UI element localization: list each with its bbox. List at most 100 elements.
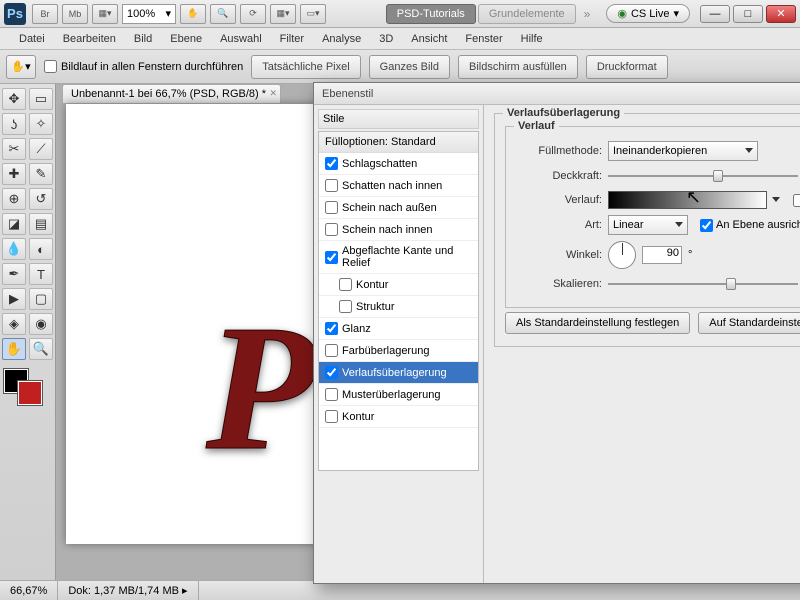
menu-datei[interactable]: Datei <box>10 30 54 48</box>
blending-options-item[interactable]: Fülloptionen: Standard <box>319 132 478 153</box>
close-button[interactable]: ✕ <box>766 5 796 23</box>
menu-fenster[interactable]: Fenster <box>456 30 511 48</box>
arrange-documents-button[interactable]: ▦▾ <box>270 4 296 24</box>
cs-live-button[interactable]: ◉CS Live▾ <box>606 4 690 23</box>
menu-auswahl[interactable]: Auswahl <box>211 30 271 48</box>
style-checkbox-1[interactable] <box>325 179 338 192</box>
menu-filter[interactable]: Filter <box>271 30 313 48</box>
gradient-picker[interactable] <box>608 191 767 209</box>
style-checkbox-6[interactable] <box>339 300 352 313</box>
style-checkbox-4[interactable] <box>325 251 338 264</box>
style-checkbox-9[interactable] <box>325 366 338 379</box>
current-tool-icon[interactable]: ✋▾ <box>6 55 36 79</box>
style-item-5[interactable]: Kontur <box>319 274 478 296</box>
menu-ansicht[interactable]: Ansicht <box>402 30 456 48</box>
color-swatches[interactable] <box>2 369 53 409</box>
style-item-1[interactable]: Schatten nach innen <box>319 175 478 197</box>
eraser-tool-icon[interactable]: ◪ <box>2 213 26 235</box>
style-item-0[interactable]: Schlagschatten <box>319 153 478 175</box>
menu-3d[interactable]: 3D <box>370 30 402 48</box>
blur-tool-icon[interactable]: 💧 <box>2 238 26 260</box>
3d-tool-icon[interactable]: ◈ <box>2 313 26 335</box>
style-item-8[interactable]: Farbüberlagerung <box>319 340 478 362</box>
healing-brush-tool-icon[interactable]: ✚ <box>2 163 26 185</box>
crop-tool-icon[interactable]: ✂ <box>2 138 26 160</box>
style-item-11[interactable]: Kontur <box>319 406 478 428</box>
clone-stamp-tool-icon[interactable]: ⊕ <box>2 188 26 210</box>
marquee-tool-icon[interactable]: ▭ <box>29 88 53 110</box>
hand-tool-shortcut-icon[interactable]: ✋ <box>180 4 206 24</box>
document-tab[interactable]: Unbenannt-1 bei 66,7% (PSD, RGB/8) *✕ <box>62 84 281 103</box>
dodge-tool-icon[interactable]: ◐ <box>29 238 53 260</box>
style-item-7[interactable]: Glanz <box>319 318 478 340</box>
style-checkbox-5[interactable] <box>339 278 352 291</box>
angle-dial[interactable] <box>608 241 636 269</box>
view-extras-button[interactable]: ▦▾ <box>92 4 118 24</box>
make-default-button[interactable]: Als Standardeinstellung festlegen <box>505 312 690 334</box>
bridge-button[interactable]: Br <box>32 4 58 24</box>
scroll-all-windows-checkbox[interactable]: Bildlauf in allen Fenstern durchführen <box>44 60 243 73</box>
menu-analyse[interactable]: Analyse <box>313 30 370 48</box>
magic-wand-tool-icon[interactable]: ✧ <box>29 113 53 135</box>
reset-default-button[interactable]: Auf Standardeinstellung <box>698 312 800 334</box>
fill-screen-button[interactable]: Bildschirm ausfüllen <box>458 55 578 79</box>
eyedropper-tool-icon[interactable]: ⟋ <box>29 138 53 160</box>
hand-tool-icon[interactable]: ✋ <box>2 338 26 360</box>
background-color-swatch[interactable] <box>18 381 42 405</box>
maximize-button[interactable]: □ <box>733 5 763 23</box>
zoom-tool-icon[interactable]: 🔍 <box>29 338 53 360</box>
status-doc-size[interactable]: Dok: 1,37 MB/1,74 MB ▸ <box>58 581 198 600</box>
lasso-tool-icon[interactable]: ʖ <box>2 113 26 135</box>
gradient-tool-icon[interactable]: ▤ <box>29 213 53 235</box>
minimize-button[interactable]: — <box>700 5 730 23</box>
blend-mode-label: Füllmethode: <box>516 145 602 157</box>
menu-bearbeiten[interactable]: Bearbeiten <box>54 30 125 48</box>
path-selection-tool-icon[interactable]: ▶ <box>2 288 26 310</box>
fit-screen-button[interactable]: Ganzes Bild <box>369 55 450 79</box>
screen-mode-button[interactable]: ▭▾ <box>300 4 326 24</box>
styles-header[interactable]: Stile <box>318 109 479 129</box>
style-item-4[interactable]: Abgeflachte Kante und Relief <box>319 241 478 274</box>
brush-tool-icon[interactable]: ✎ <box>29 163 53 185</box>
3d-camera-tool-icon[interactable]: ◉ <box>29 313 53 335</box>
minibridge-button[interactable]: Mb <box>62 4 88 24</box>
rotate-view-shortcut-icon[interactable]: ⟳ <box>240 4 266 24</box>
status-zoom[interactable]: 66,67% <box>0 581 58 600</box>
opacity-slider[interactable] <box>608 168 798 184</box>
menu-ebene[interactable]: Ebene <box>161 30 211 48</box>
move-tool-icon[interactable]: ✥ <box>2 88 26 110</box>
reverse-checkbox[interactable]: Umkehren <box>793 194 800 207</box>
zoom-tool-shortcut-icon[interactable]: 🔍 <box>210 4 236 24</box>
style-item-2[interactable]: Schein nach außen <box>319 197 478 219</box>
history-brush-tool-icon[interactable]: ↺ <box>29 188 53 210</box>
dialog-titlebar[interactable]: Ebenenstil <box>314 83 800 105</box>
actual-pixels-button[interactable]: Tatsächliche Pixel <box>251 55 360 79</box>
workspace-overflow-icon[interactable]: » <box>584 7 591 21</box>
pen-tool-icon[interactable]: ✒ <box>2 263 26 285</box>
style-checkbox-0[interactable] <box>325 157 338 170</box>
workspace-tab-psdtutorials[interactable]: PSD-Tutorials <box>386 4 476 24</box>
close-tab-icon[interactable]: ✕ <box>270 88 278 99</box>
style-item-10[interactable]: Musterüberlagerung <box>319 384 478 406</box>
print-size-button[interactable]: Druckformat <box>586 55 668 79</box>
type-tool-icon[interactable]: T <box>29 263 53 285</box>
angle-input[interactable]: 90 <box>642 246 682 264</box>
blend-mode-select[interactable]: Ineinanderkopieren <box>608 141 758 161</box>
workspace-tab-grundelemente[interactable]: Grundelemente <box>478 4 576 24</box>
menu-bild[interactable]: Bild <box>125 30 161 48</box>
style-item-9[interactable]: Verlaufsüberlagerung <box>319 362 478 384</box>
style-checkbox-8[interactable] <box>325 344 338 357</box>
style-checkbox-7[interactable] <box>325 322 338 335</box>
menu-hilfe[interactable]: Hilfe <box>512 30 552 48</box>
style-checkbox-2[interactable] <box>325 201 338 214</box>
style-item-3[interactable]: Schein nach innen <box>319 219 478 241</box>
style-item-6[interactable]: Struktur <box>319 296 478 318</box>
align-with-layer-checkbox[interactable]: An Ebene ausrichten <box>700 219 800 232</box>
scale-slider[interactable] <box>608 276 798 292</box>
style-checkbox-3[interactable] <box>325 223 338 236</box>
zoom-display[interactable]: 100%▾ <box>122 4 176 24</box>
style-select[interactable]: Linear <box>608 215 688 235</box>
shape-tool-icon[interactable]: ▢ <box>29 288 53 310</box>
style-checkbox-10[interactable] <box>325 388 338 401</box>
style-checkbox-11[interactable] <box>325 410 338 423</box>
